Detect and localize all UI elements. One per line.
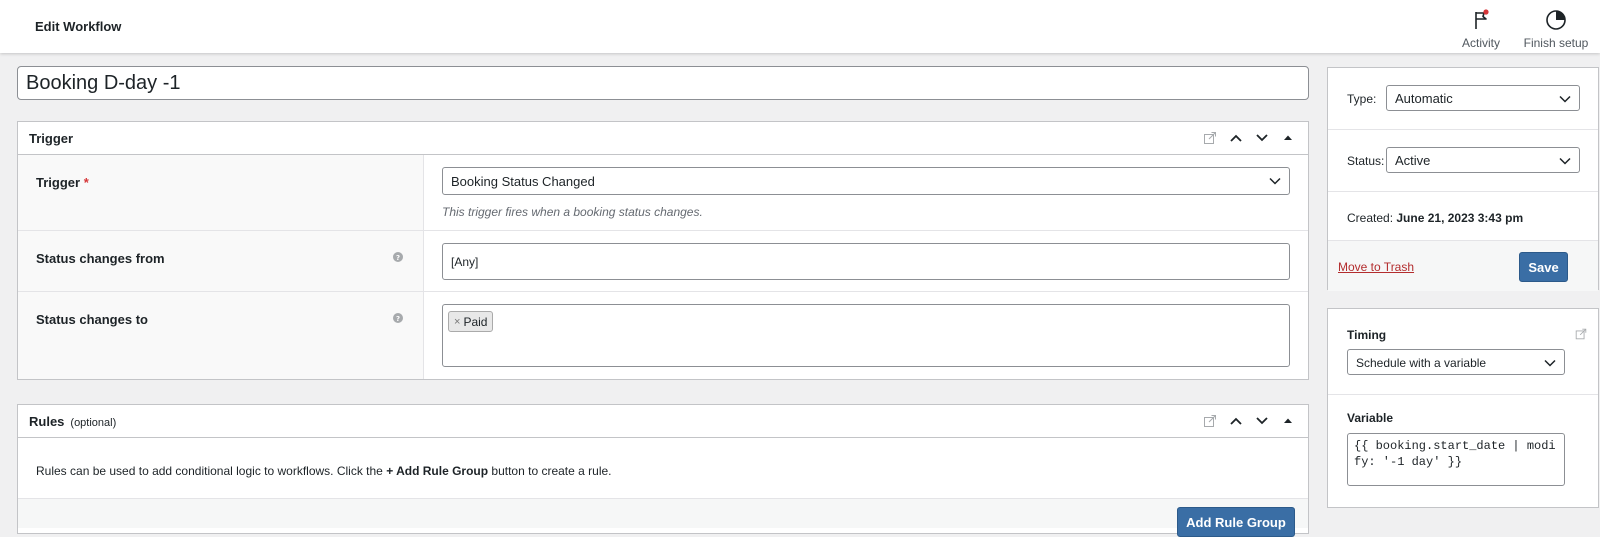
finish-setup-label: Finish setup xyxy=(1523,36,1589,50)
created-date: June 21, 2023 3:43 pm xyxy=(1396,211,1524,225)
help-icon[interactable]: ? xyxy=(393,313,403,323)
rules-description: Rules can be used to add conditional log… xyxy=(36,464,612,478)
rules-box: Rules (optional) Rules can be used to add… xyxy=(17,404,1309,537)
flag-icon xyxy=(1475,9,1489,29)
trigger-field-label: Trigger * xyxy=(18,155,424,230)
activity-label: Activity xyxy=(1461,36,1500,50)
trigger-field-row: Trigger * Booking Status Changed This tr… xyxy=(18,155,1308,231)
type-select[interactable]: Automatic xyxy=(1386,85,1580,111)
page-title: Edit Workflow xyxy=(35,19,122,34)
required-mark: * xyxy=(83,175,89,190)
move-down-icon[interactable] xyxy=(1254,130,1270,146)
status-chip: × Paid xyxy=(448,311,494,332)
status-to-field[interactable]: × Paid xyxy=(442,304,1290,367)
trigger-box-header: Trigger xyxy=(18,122,1308,155)
top-bar: Edit Workflow Activity Finish setup xyxy=(0,0,1600,53)
chevron-down-icon xyxy=(1559,95,1571,103)
external-link-icon[interactable] xyxy=(1202,413,1218,429)
activity-button[interactable]: Activity xyxy=(1456,8,1506,50)
type-row: Type: Automatic xyxy=(1328,68,1598,130)
rules-box-header: Rules (optional) xyxy=(18,405,1308,438)
move-up-icon[interactable] xyxy=(1228,413,1244,429)
chevron-down-icon xyxy=(1269,177,1281,185)
timing-divider xyxy=(1328,394,1598,395)
type-label: Type: xyxy=(1347,92,1377,106)
optional-label: (optional) xyxy=(70,417,117,429)
trigger-box: Trigger Trigger * Booking Status Changed xyxy=(17,121,1309,380)
trigger-heading: Trigger xyxy=(29,131,74,146)
timing-heading: Timing xyxy=(1347,328,1387,342)
status-select[interactable]: Active xyxy=(1386,147,1580,173)
add-rule-group-button[interactable]: Add Rule Group xyxy=(1177,507,1295,537)
status-label: Status: xyxy=(1347,154,1385,168)
status-row: Status: Active xyxy=(1328,130,1598,192)
rules-heading: Rules (optional) xyxy=(29,414,117,429)
status-from-label: Status changes from ? xyxy=(18,231,424,291)
status-to-label: Status changes to ? xyxy=(18,292,424,379)
move-up-icon[interactable] xyxy=(1228,130,1244,146)
status-from-row: Status changes from ? [Any] xyxy=(18,231,1308,292)
created-text: Created: June 21, 2023 3:43 pm xyxy=(1347,211,1524,225)
publish-actions: Move to Trash Save xyxy=(1328,241,1598,291)
chevron-down-icon xyxy=(1559,157,1571,165)
status-to-row: Status changes to ? × Paid xyxy=(18,292,1308,379)
publish-box: Type: Automatic Status: Active Created: … xyxy=(1327,67,1599,291)
timing-select[interactable]: Schedule with a variable xyxy=(1347,349,1565,375)
remove-chip-icon[interactable]: × xyxy=(454,316,460,328)
status-from-field[interactable]: [Any] xyxy=(442,243,1290,280)
external-link-icon[interactable] xyxy=(1574,327,1588,341)
created-row: Created: June 21, 2023 3:43 pm xyxy=(1328,192,1598,241)
finish-setup-button[interactable]: Finish setup xyxy=(1518,8,1594,50)
save-button[interactable]: Save xyxy=(1519,252,1568,282)
collapse-triangle-icon[interactable] xyxy=(1280,130,1296,146)
chevron-down-icon xyxy=(1544,359,1556,367)
variable-label: Variable xyxy=(1347,411,1394,425)
help-icon[interactable]: ? xyxy=(393,252,403,262)
external-link-icon[interactable] xyxy=(1202,130,1218,146)
trigger-box-controls xyxy=(1202,130,1296,146)
rules-box-controls xyxy=(1202,413,1296,429)
trigger-description: This trigger fires when a booking status… xyxy=(442,205,703,219)
collapse-triangle-icon[interactable] xyxy=(1280,413,1296,429)
move-to-trash-link[interactable]: Move to Trash xyxy=(1338,260,1414,274)
svg-text:?: ? xyxy=(396,254,400,262)
trigger-select[interactable]: Booking Status Changed xyxy=(442,167,1290,195)
move-down-icon[interactable] xyxy=(1254,413,1270,429)
rules-footer: Add Rule Group xyxy=(18,498,1308,537)
workflow-title-input[interactable] xyxy=(17,66,1309,100)
timing-box: Timing Schedule with a variable Variable… xyxy=(1327,308,1599,508)
progress-icon xyxy=(1546,10,1566,30)
variable-textarea[interactable]: {{ booking.start_date | modify: '-1 day'… xyxy=(1347,433,1565,486)
svg-text:?: ? xyxy=(396,315,400,323)
